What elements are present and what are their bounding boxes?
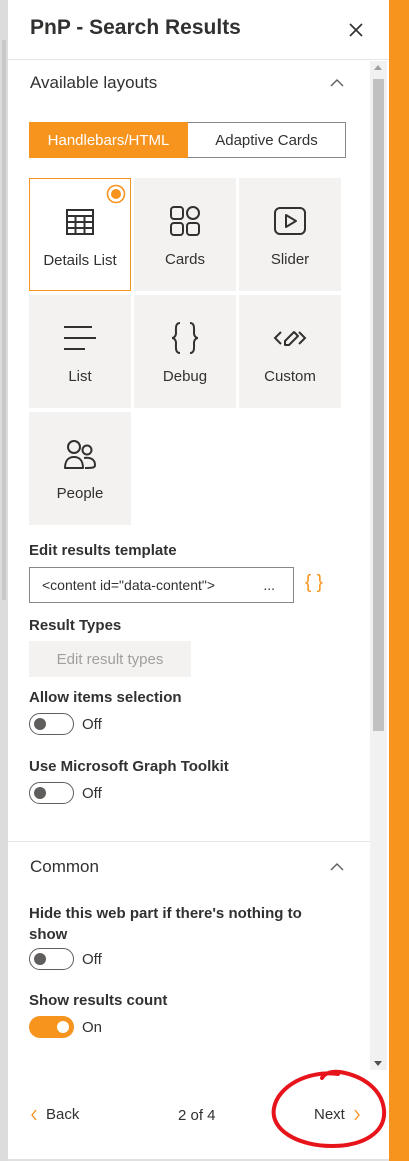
tab-adaptive-cards[interactable]: Adaptive Cards — [188, 122, 346, 158]
tile-label: Debug — [162, 368, 208, 385]
table-icon — [66, 209, 94, 235]
layout-tile-list[interactable]: List — [29, 295, 131, 408]
layout-type-toggle: Handlebars/HTML Adaptive Cards — [29, 122, 346, 158]
toggle-state: On — [82, 1018, 103, 1036]
show-count-toggle[interactable] — [29, 1016, 74, 1038]
close-icon[interactable] — [346, 20, 366, 40]
back-button[interactable]: Back — [30, 1106, 79, 1123]
toggle-knob — [34, 787, 46, 799]
toggle-state: Off — [82, 784, 102, 802]
section-title-layouts: Available layouts — [30, 73, 158, 92]
toggle-knob — [34, 953, 46, 965]
toggle-knob — [34, 718, 46, 730]
page-scroll-thumb[interactable] — [2, 40, 6, 600]
grid-cards-icon — [170, 206, 200, 236]
section-divider — [8, 841, 370, 842]
allow-selection-toggle-row: Off — [29, 713, 102, 735]
back-label: Back — [46, 1106, 80, 1123]
code-edit-icon — [273, 331, 307, 346]
section-title-common: Common — [30, 857, 99, 876]
play-slider-icon — [274, 207, 306, 235]
chevron-right-icon — [354, 1109, 360, 1120]
show-count-label: Show results count — [29, 992, 168, 1009]
graph-toolkit-toggle-row: Off — [29, 782, 102, 804]
property-pane: PnP - Search Results Available layouts H… — [8, 0, 389, 1161]
layout-tile-details-list[interactable]: Details List — [29, 178, 131, 291]
template-ellipsis: ... — [263, 577, 275, 593]
graph-toolkit-label: Use Microsoft Graph Toolkit — [29, 758, 229, 775]
toggle-state: Off — [82, 950, 102, 968]
template-input[interactable]: <content id="data-content"> ... — [29, 567, 294, 603]
people-icon — [64, 440, 97, 469]
layout-tile-slider[interactable]: Slider — [239, 178, 341, 291]
toggle-knob — [57, 1021, 69, 1033]
template-label: Edit results template — [29, 542, 177, 559]
pane-footer: Back 2 of 4 Next — [8, 1080, 389, 1150]
hide-webpart-toggle[interactable] — [29, 948, 74, 970]
layout-tile-cards[interactable]: Cards — [134, 178, 236, 291]
pane-scrollbar[interactable] — [370, 61, 387, 1070]
show-count-toggle-row: On — [29, 1016, 102, 1038]
chevron-up-icon[interactable] — [330, 862, 344, 872]
pane-header: PnP - Search Results — [8, 0, 389, 60]
pane-title: PnP - Search Results — [30, 16, 241, 39]
template-value: <content id="data-content"> — [42, 577, 216, 593]
chevron-up-icon[interactable] — [330, 78, 344, 88]
tile-label: Slider — [270, 251, 310, 268]
layout-tile-people[interactable]: People — [29, 412, 131, 525]
scroll-thumb[interactable] — [373, 79, 384, 731]
tile-label: People — [56, 485, 104, 502]
chevron-left-icon — [31, 1109, 37, 1120]
scroll-down-icon[interactable] — [374, 1061, 382, 1066]
edit-result-types-button: Edit result types — [29, 641, 191, 677]
tab-handlebars[interactable]: Handlebars/HTML — [29, 122, 188, 158]
code-editor-icon[interactable]: { } — [305, 572, 323, 594]
list-lines-icon — [64, 326, 96, 350]
scroll-up-icon[interactable] — [374, 65, 382, 70]
tile-label: Custom — [264, 368, 316, 385]
next-button[interactable]: Next — [314, 1106, 361, 1123]
tile-label: Cards — [164, 251, 205, 268]
toggle-state: Off — [82, 715, 102, 733]
tile-label: Details List — [43, 252, 117, 269]
page-indicator: 2 of 4 — [178, 1107, 216, 1124]
hide-webpart-label: Hide this web part if there's nothing to… — [29, 905, 302, 943]
braces-icon — [171, 322, 199, 354]
allow-selection-toggle[interactable] — [29, 713, 74, 735]
tile-label: List — [68, 368, 92, 385]
layout-tile-custom[interactable]: Custom — [239, 295, 341, 408]
next-label: Next — [314, 1106, 345, 1123]
layout-tile-debug[interactable]: Debug — [134, 295, 236, 408]
selected-radio-icon — [106, 184, 126, 204]
pane-content: Available layouts Handlebars/HTML Adapti… — [8, 61, 389, 1070]
result-types-label: Result Types — [29, 617, 121, 634]
allow-selection-label: Allow items selection — [29, 689, 182, 706]
hide-webpart-toggle-row: Off — [29, 948, 102, 970]
graph-toolkit-toggle[interactable] — [29, 782, 74, 804]
result-types-text: Result Types — [29, 617, 122, 634]
page-scroll-edge — [0, 0, 8, 1161]
